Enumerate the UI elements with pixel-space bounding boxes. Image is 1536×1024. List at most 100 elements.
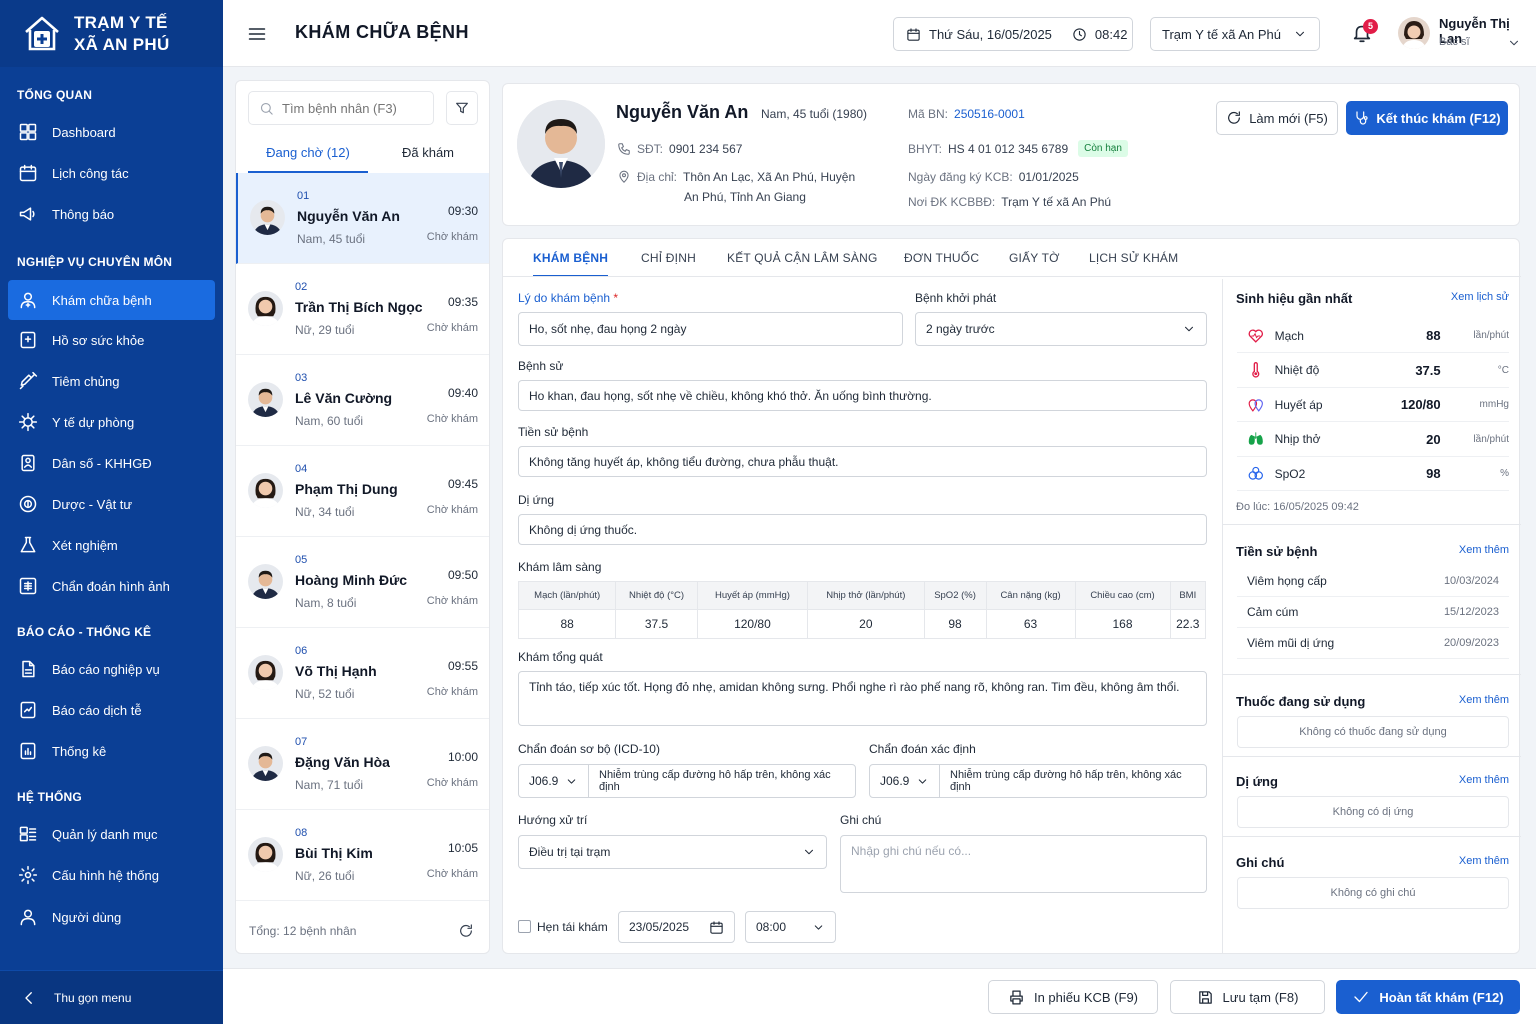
view-vitals-history-link[interactable]: Xem lịch sử (1451, 291, 1509, 303)
health-record-icon (20, 331, 36, 349)
view-more-allergy-link[interactable]: Xem thêm (1459, 774, 1509, 786)
prelim-icd-select[interactable]: J06.9 (518, 764, 589, 798)
sidebar-item-epidemic-report[interactable]: Báo cáo dịch tễ (8, 690, 215, 730)
sidebar-item-label: Báo cáo dịch tễ (52, 702, 142, 718)
facility-select[interactable]: Trạm Y tế xã An Phú (1150, 17, 1320, 51)
vital-unit: lần/phút (1473, 330, 1509, 341)
sidebar-item-prevention[interactable]: Y tế dự phòng (8, 402, 215, 442)
sidebar-item-statistics[interactable]: Thống kê (8, 731, 215, 771)
sidebar-item-lab[interactable]: Xét nghiệm (8, 525, 215, 565)
patient-search-input[interactable] (282, 100, 422, 116)
recheck-date-field[interactable]: 23/05/2025 (618, 911, 735, 943)
vital-unit: lần/phút (1473, 433, 1509, 445)
sidebar-item-pharmacy[interactable]: Dược - Vật tư (8, 484, 215, 524)
view-more-history-link[interactable]: Xem thêm (1459, 544, 1509, 556)
collapse-menu-button[interactable]: Thu gọn menu (0, 970, 223, 1024)
vitals-header-cell: SpO2 (%) (923, 581, 987, 610)
view-more-meds-link[interactable]: Xem thêm (1459, 694, 1509, 706)
allergy-label: Dị ứng (518, 493, 555, 507)
refresh-button[interactable]: Làm mới (F5) (1216, 101, 1338, 135)
vitals-value-cell[interactable]: 37.5 (615, 609, 698, 639)
final-diagnosis-text[interactable]: Nhiễm trùng cấp đường hô hấp trên, không… (939, 764, 1207, 798)
patient-id[interactable]: 250516-0001 (954, 107, 1025, 121)
end-exam-button[interactable]: Kết thúc khám (F12) (1346, 101, 1508, 135)
vitals-header-cell: Nhịp thở (lần/phút) (807, 581, 925, 610)
tab-waiting[interactable]: Đang chờ (12) (248, 135, 368, 173)
save-draft-button[interactable]: Lưu tạm (F8) (1170, 980, 1325, 1014)
vitals-value-cell[interactable]: 63 (985, 609, 1076, 639)
sidebar-item-users[interactable]: Người dùng (8, 897, 215, 937)
onset-value: 2 ngày trước (926, 322, 995, 336)
tab-prescription[interactable]: ĐƠN THUỐC (904, 251, 979, 277)
vitals-value-cell[interactable]: 20 (807, 609, 925, 639)
history-date: 20/09/2023 (1443, 637, 1499, 649)
complete-exam-button[interactable]: Hoàn tất khám (F12) (1336, 980, 1520, 1014)
printer-icon (1010, 989, 1023, 1005)
onset-select[interactable]: 2 ngày trước (915, 312, 1207, 346)
brand[interactable]: TRẠM Y TẾ XÃ AN PHÚ (0, 0, 223, 67)
vitals-value-cell[interactable]: 22.3 (1169, 609, 1207, 639)
tab-lab-results[interactable]: KẾT QUẢ CẬN LÂM SÀNG (727, 251, 877, 277)
sidebar-item-config[interactable]: Cấu hình hệ thống (8, 855, 215, 895)
sidebar-item-catalog[interactable]: Quản lý danh mục (8, 814, 215, 854)
patient-list-item[interactable]: 04 Phạm Thị Dung Nữ, 34 tuổi 09:45 Chờ khám (236, 446, 489, 537)
vitals-value-cell[interactable]: 168 (1074, 609, 1171, 639)
sidebar-item-dashboard[interactable]: Dashboard (8, 112, 215, 152)
print-button[interactable]: In phiếu KCB (F9) (988, 980, 1158, 1014)
history-row[interactable]: Viêm mũi dị ứng 20/09/2023 (1237, 628, 1509, 659)
recheck-time-select[interactable]: 08:00 (745, 911, 836, 943)
sidebar-item-examination[interactable]: Khám chữa bệnh (8, 280, 215, 320)
patient-list-item[interactable]: 02 Trần Thị Bích Ngọc Nữ, 29 tuổi 09:35 Chờ … (236, 264, 489, 355)
refresh-icon[interactable] (458, 923, 474, 939)
vital-name: Nhiệt độ (1274, 363, 1320, 377)
patient-list-item[interactable]: 05 Hoàng Minh Đức Nam, 8 tuổi 09:50 Chờ khám (236, 537, 489, 628)
vitals-value-cell[interactable]: 88 (517, 609, 617, 639)
patient-name: Lê Văn Cường (295, 390, 393, 406)
patient-name: Hoàng Minh Đức (295, 572, 408, 588)
general-exam-field[interactable]: Tỉnh táo, tiếp xúc tốt. Họng đỏ nhẹ, ami… (518, 671, 1207, 726)
tab-documents[interactable]: GIẤY TỜ (1009, 251, 1060, 277)
patient-search[interactable] (248, 91, 434, 125)
prelim-diagnosis-text[interactable]: Nhiễm trùng cấp đường hô hấp trên, không… (588, 764, 856, 798)
patient-list-item[interactable]: 08 Bùi Thị Kim Nữ, 26 tuổi 10:05 Chờ khám (236, 810, 489, 901)
sidebar-item-professional-report[interactable]: Báo cáo nghiệp vụ (8, 649, 215, 689)
final-icd-select[interactable]: J06.9 (869, 764, 940, 798)
history-field[interactable]: Ho khan, đau họng, sốt nhẹ về chiều, khô… (518, 380, 1207, 411)
patient-list-item[interactable]: 01 Nguyễn Văn An Nam, 45 tuổi 09:30 Chờ khám (236, 173, 489, 264)
sidebar-item-notifications[interactable]: Thông báo (8, 194, 215, 234)
tab-examination[interactable]: KHÁM BỆNH (533, 251, 609, 277)
user-role: Bác sĩ (1439, 36, 1470, 48)
tab-exam-history[interactable]: LỊCH SỬ KHÁM (1089, 251, 1178, 277)
note-field[interactable]: Nhập ghi chú nếu có... (840, 835, 1207, 893)
save-icon (1198, 990, 1212, 1004)
patient-list-item[interactable]: 07 Đặng Văn Hòa Nam, 71 tuổi 10:00 Chờ khám (236, 719, 489, 810)
patient-list-item[interactable]: 06 Võ Thị Hạnh Nữ, 52 tuổi 09:55 Chờ khám (236, 628, 489, 719)
tab-orders[interactable]: CHỈ ĐỊNH (641, 251, 696, 277)
sidebar: TRẠM Y TẾ XÃ AN PHÚ TỔNG QUAN Dashboard … (0, 0, 223, 1024)
registration-date: 01/01/2025 (1018, 170, 1079, 184)
sidebar-item-population[interactable]: Dân số - KHHGĐ (8, 443, 215, 483)
sidebar-item-imaging[interactable]: Chẩn đoán hình ảnh (8, 566, 215, 606)
vitals-value-cell[interactable]: 98 (923, 609, 987, 639)
sidebar-item-schedule[interactable]: Lịch công tác (8, 153, 215, 193)
history-name: Viêm mũi dị ứng (1247, 636, 1335, 650)
treatment-select[interactable]: Điều trị tại trạm (518, 835, 827, 869)
hamburger-icon[interactable] (247, 24, 267, 44)
reason-field[interactable]: Ho, sốt nhẹ, đau họng 2 ngày (518, 312, 903, 346)
sidebar-item-health-records[interactable]: Hồ sơ sức khỏe (8, 320, 215, 360)
gear-icon (18, 865, 38, 885)
vitals-header-cell: Huyết áp (mmHg) (696, 581, 809, 610)
history-row[interactable]: Viêm họng cấp 10/03/2024 (1237, 566, 1509, 597)
past-history-field[interactable]: Không tăng huyết áp, không tiểu đường, c… (518, 446, 1207, 477)
history-row[interactable]: Cảm cúm 15/12/2023 (1237, 597, 1509, 628)
recheck-checkbox[interactable] (518, 920, 531, 933)
user-avatar[interactable] (1398, 17, 1430, 49)
allergy-field[interactable]: Không dị ứng thuốc. (518, 514, 1207, 545)
vitals-value-cell[interactable]: 120/80 (696, 609, 809, 639)
tab-done[interactable]: Đã khám (368, 135, 488, 173)
patient-list-item[interactable]: 03 Lê Văn Cường Nam, 60 tuổi 09:40 Chờ khám (236, 355, 489, 446)
sidebar-item-vaccination[interactable]: Tiêm chủng (8, 361, 215, 401)
chevron-down-icon[interactable] (1507, 36, 1521, 50)
view-more-note-link[interactable]: Xem thêm (1459, 855, 1509, 867)
filter-button[interactable] (446, 91, 478, 125)
